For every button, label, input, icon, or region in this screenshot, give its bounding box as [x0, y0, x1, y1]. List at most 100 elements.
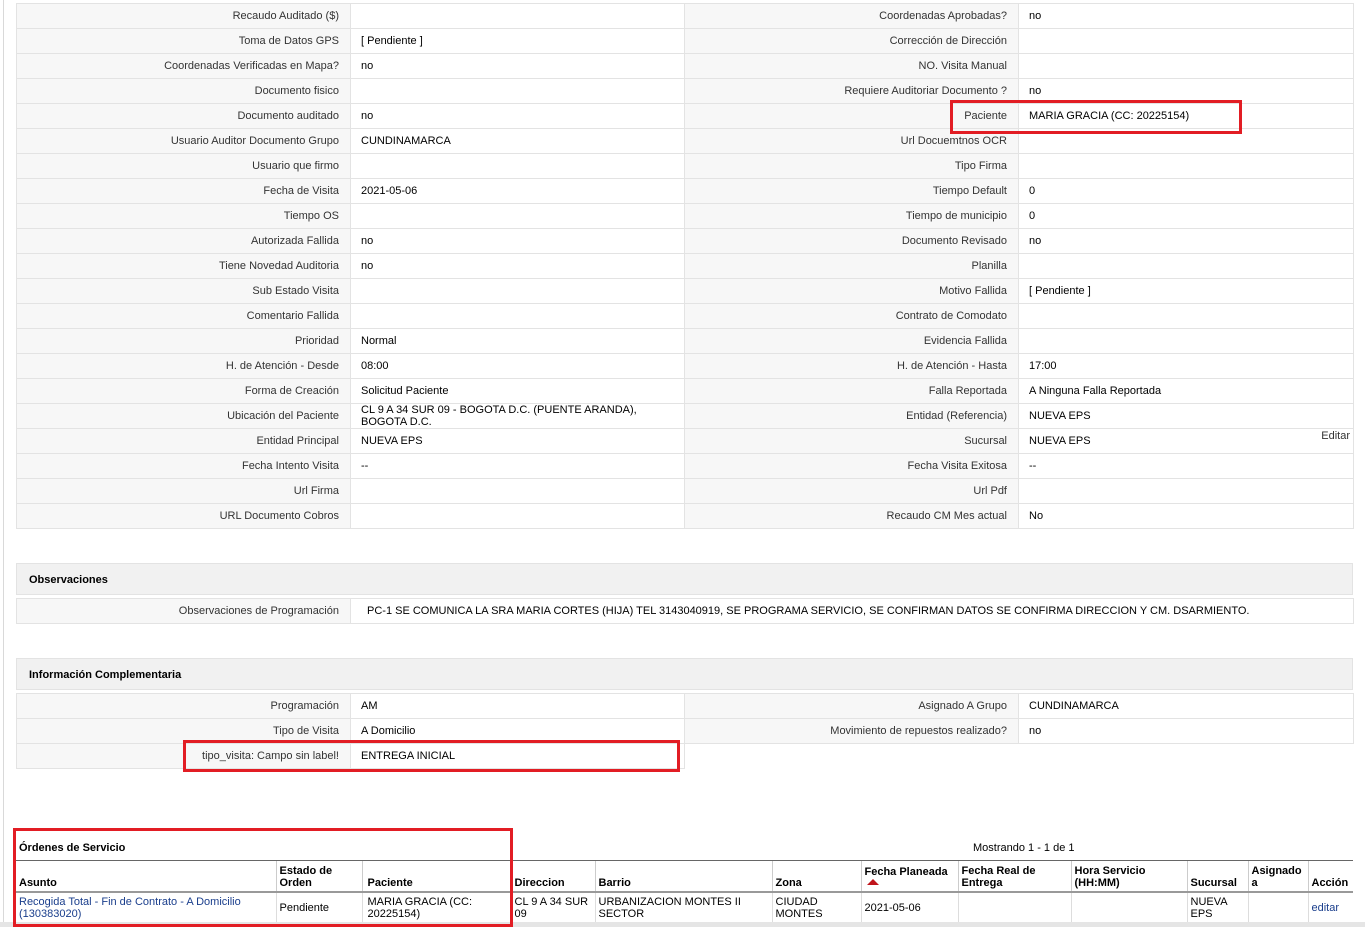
field-label-text: Url Docuemtnos OCR	[900, 135, 1007, 147]
field-label-text: Falla Reportada	[928, 385, 1007, 397]
field-label: Evidencia Fallida	[684, 328, 1019, 354]
detail-row: Comentario Fallida Contrato de Comodato	[16, 303, 1354, 329]
col-header-zona[interactable]: Zona	[771, 860, 861, 893]
field-label: Entidad Principal	[16, 428, 351, 454]
field-label: Recaudo CM Mes actual	[684, 503, 1019, 529]
complementaria-header: Información Complementaria	[16, 658, 1353, 690]
field-label-text: Evidencia Fallida	[923, 335, 1007, 347]
field-label-text: Tiempo OS	[283, 210, 339, 222]
field-label: Usuario Auditor Documento Grupo	[16, 128, 351, 154]
field-value: A Ninguna Falla Reportada	[1018, 378, 1354, 404]
detail-row: Tiempo OS Tiempo de municipio 0	[16, 203, 1354, 229]
field-label-text: Usuario Auditor Documento Grupo	[170, 135, 339, 147]
field-value-text: NUEVA EPS	[1029, 435, 1091, 447]
field-label: Paciente	[684, 103, 1019, 129]
field-value-text: --	[361, 460, 369, 472]
field-value	[350, 3, 685, 29]
field-label: Movimiento de repuestos realizado?	[684, 718, 1019, 744]
field-value	[1018, 328, 1354, 354]
field-label-text: Tipo de Visita	[272, 725, 339, 737]
field-label-text: Programación	[270, 700, 339, 712]
complementaria-extra-table: tipo_visita: Campo sin label! ENTREGA IN…	[16, 743, 685, 769]
field-label: Fecha Visita Exitosa	[684, 453, 1019, 479]
field-value: no	[1018, 78, 1354, 104]
field-label-text: Entidad (Referencia)	[906, 410, 1007, 422]
field-value	[350, 203, 685, 229]
observaciones-header: Observaciones	[16, 563, 1353, 595]
field-value: 08:00	[350, 353, 685, 379]
field-label-text: Paciente	[964, 110, 1007, 122]
col-header-paciente[interactable]: Paciente	[361, 860, 511, 893]
col-header-hora[interactable]: Hora Servicio (HH:MM)	[1070, 860, 1187, 893]
col-header-fecha-real[interactable]: Fecha Real de Entrega	[957, 860, 1071, 893]
field-value: no	[1018, 228, 1354, 254]
field-label-text: Sub Estado Visita	[252, 285, 339, 297]
field-label: H. de Atención - Hasta	[684, 353, 1019, 379]
detail-row: Coordenadas Verificadas en Mapa? no NO. Vi…	[16, 53, 1354, 79]
field-label: NO. Visita Manual	[684, 53, 1019, 79]
field-value: NUEVA EPS	[1018, 403, 1354, 429]
field-value	[350, 78, 685, 104]
field-value: No	[1018, 503, 1354, 529]
field-value-text: Normal	[361, 335, 397, 347]
col-header-fecha-planeada[interactable]: Fecha Planeada	[860, 860, 958, 893]
field-value: AM	[350, 693, 685, 719]
col-header-sucursal[interactable]: Sucursal	[1186, 860, 1248, 893]
field-label-text: Contrato de Comodato	[895, 310, 1007, 322]
field-value: NUEVA EPS	[350, 428, 685, 454]
field-value	[1018, 253, 1354, 279]
field-value-text: 0	[1029, 210, 1036, 222]
detail-row: Forma de Creación Solicitud Paciente Falla…	[16, 378, 1354, 404]
field-value-text: [ Pendiente ]	[1029, 285, 1091, 297]
field-value-text: 2021-05-06	[361, 185, 418, 197]
col-header-barrio[interactable]: Barrio	[594, 860, 772, 893]
field-value: --	[350, 453, 685, 479]
field-value	[1018, 53, 1354, 79]
observaciones-label: Observaciones de Programación	[16, 598, 351, 624]
field-value-text: 08:00	[361, 360, 389, 372]
field-label-text: Coordenadas Aprobadas?	[879, 10, 1007, 22]
orden-fecha-planeada: 2021-05-06	[860, 891, 958, 924]
orden-sucursal: NUEVA EPS	[1186, 891, 1248, 924]
field-label-text: Tipo Firma	[954, 160, 1007, 172]
field-label: Tiempo Default	[684, 178, 1019, 204]
field-label-text: Documento auditado	[237, 110, 339, 122]
observaciones-table: Observaciones de Programación PC-1 SE CO…	[16, 598, 1354, 624]
table-row: Recogida Total - Fin de Contrato - A Dom…	[16, 891, 1353, 924]
editar-link[interactable]: Editar	[1321, 430, 1350, 442]
col-header-asignado[interactable]: Asignado a	[1247, 860, 1308, 893]
field-value-text: MARIA GRACIA (CC: 20225154)	[1029, 110, 1190, 122]
sort-ascending-icon	[866, 879, 879, 886]
col-header-estado[interactable]: Estado de Orden	[275, 860, 362, 893]
detail-row: Usuario Auditor Documento Grupo CUNDINAMA…	[16, 128, 1354, 154]
field-label-text: Asignado A Grupo	[918, 700, 1007, 712]
field-value	[350, 278, 685, 304]
field-label: Entidad (Referencia)	[684, 403, 1019, 429]
orden-asunto-link[interactable]: Recogida Total - Fin de Contrato - A Dom…	[16, 892, 276, 924]
field-value: 0	[1018, 178, 1354, 204]
detail-row: Url Firma Url Pdf	[16, 478, 1354, 504]
field-value-text: CUNDINAMARCA	[1029, 700, 1119, 712]
field-label-text: Comentario Fallida	[246, 310, 339, 322]
field-value	[1018, 128, 1354, 154]
field-value: 0	[1018, 203, 1354, 229]
field-value-text: NUEVA EPS	[1029, 410, 1091, 422]
field-value-text: no	[1029, 235, 1042, 247]
field-value-text: A Ninguna Falla Reportada	[1029, 385, 1162, 397]
field-label-text: Planilla	[971, 260, 1007, 272]
col-header-asunto[interactable]: Asunto	[16, 860, 276, 893]
col-header-direccion[interactable]: Direccion	[510, 860, 595, 893]
field-label-text: Movimiento de repuestos realizado?	[830, 725, 1007, 737]
field-label-text: H. de Atención - Desde	[225, 360, 339, 372]
orden-estado: Pendiente	[275, 891, 362, 924]
editar-link[interactable]: editar	[1307, 891, 1353, 924]
field-value: NUEVA EPS Editar	[1018, 428, 1354, 454]
field-label: Planilla	[684, 253, 1019, 279]
detail-row: Autorizada Fallida no Documento Revisado no	[16, 228, 1354, 254]
detail-row: Toma de Datos GPS [ Pendiente ] Corrección…	[16, 28, 1354, 54]
field-label-text: Requiere Auditoriar Documento ?	[844, 85, 1007, 97]
field-value-text: no	[361, 110, 374, 122]
visit-detail-page: Recaudo Auditado ($) Coordenadas Aprobada…	[0, 0, 1365, 927]
detail-row: Ubicación del Paciente CL 9 A 34 SUR 09 -…	[16, 403, 1354, 429]
horizontal-scrollbar[interactable]	[0, 922, 1365, 927]
